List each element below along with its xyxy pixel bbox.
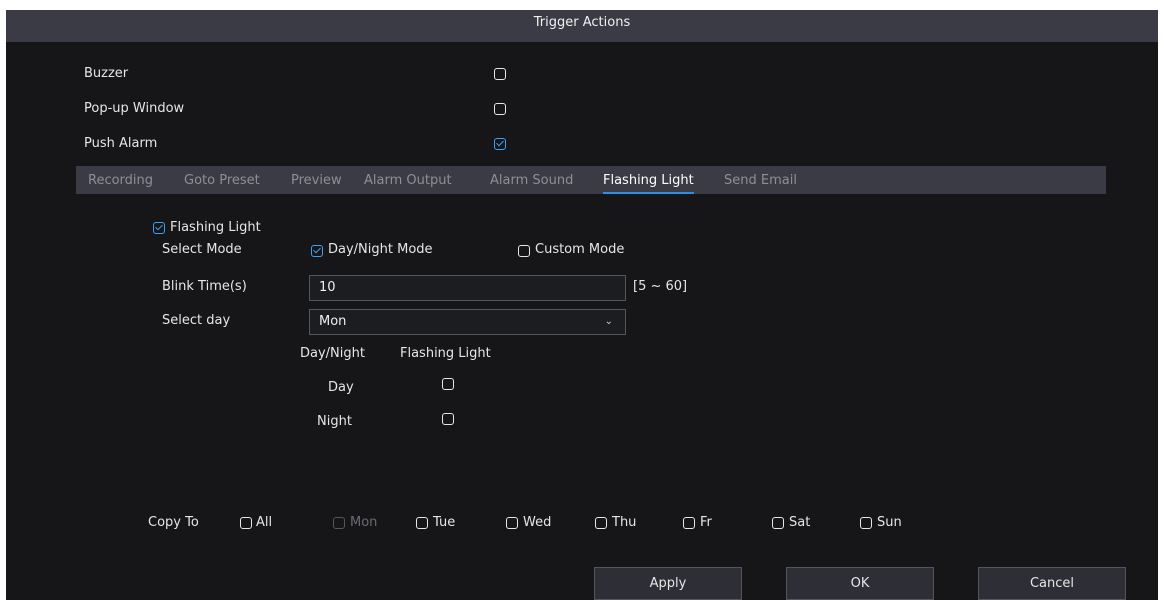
ok-button[interactable]: OK [786,567,934,600]
tab-alarm-output[interactable]: Alarm Output [364,166,452,196]
tab-preview[interactable]: Preview [291,166,342,196]
copy-mon-label: Mon [350,515,378,530]
day-night-mode-label: Day/Night Mode [328,242,433,257]
dialog-title: Trigger Actions [533,15,631,30]
cancel-button[interactable]: Cancel [978,567,1126,600]
tab-goto-preset[interactable]: Goto Preset [184,166,260,196]
copy-sat-checkbox[interactable] [772,517,784,529]
select-day-dropdown[interactable]: Mon ⌄ [309,309,626,335]
tab-send-email[interactable]: Send Email [724,166,797,196]
blink-time-input[interactable]: 10 [309,275,626,301]
blink-time-range: [5 ~ 60] [633,279,688,294]
push-alarm-label: Push Alarm [84,136,158,151]
copy-tue-label: Tue [433,515,456,530]
flashing-light-column-header: Flashing Light [400,346,491,361]
night-flashing-checkbox[interactable] [442,413,454,425]
day-row-label: Day [328,380,354,395]
chevron-down-icon: ⌄ [604,316,613,327]
copy-wed-label: Wed [523,515,552,530]
push-alarm-checkbox[interactable] [494,138,506,150]
top-border [6,0,1158,10]
copy-wed-checkbox[interactable] [506,517,518,529]
copy-fr-label: Fr [700,515,712,530]
buzzer-label: Buzzer [84,66,129,81]
popup-window-checkbox[interactable] [494,103,506,115]
select-day-label: Select day [162,313,231,328]
copy-thu-label: Thu [612,515,637,530]
action-tabs: Recording Goto Preset Preview Alarm Outp… [76,166,1106,194]
copy-fr-checkbox[interactable] [683,517,695,529]
tab-flashing-light[interactable]: Flashing Light [603,166,694,196]
copy-mon-checkbox [333,517,345,529]
copy-thu-checkbox[interactable] [595,517,607,529]
apply-button[interactable]: Apply [594,567,742,600]
custom-mode-label: Custom Mode [535,242,625,257]
night-row-label: Night [317,414,352,429]
day-night-column-header: Day/Night [300,346,365,361]
blink-time-value: 10 [319,280,336,295]
tab-alarm-sound[interactable]: Alarm Sound [490,166,573,196]
day-flashing-checkbox[interactable] [442,378,454,390]
copy-sat-label: Sat [789,515,811,530]
copy-tue-checkbox[interactable] [416,517,428,529]
day-night-mode-checkbox[interactable] [311,245,323,257]
copy-to-label: Copy To [148,515,199,530]
popup-window-label: Pop-up Window [84,101,185,116]
copy-all-label: All [256,515,273,530]
flashing-light-enable-checkbox[interactable] [153,222,165,234]
tab-recording[interactable]: Recording [88,166,153,196]
select-day-value: Mon [319,314,347,329]
copy-sun-checkbox[interactable] [860,517,872,529]
blink-time-label: Blink Time(s) [162,279,247,294]
buzzer-checkbox[interactable] [494,68,506,80]
trigger-actions-dialog: Trigger Actions Buzzer Pop-up Window Pus… [0,0,1164,600]
select-mode-label: Select Mode [162,242,242,257]
flashing-light-enable-label: Flashing Light [170,220,261,235]
copy-all-checkbox[interactable] [240,517,252,529]
copy-sun-label: Sun [877,515,902,530]
custom-mode-checkbox[interactable] [518,245,530,257]
